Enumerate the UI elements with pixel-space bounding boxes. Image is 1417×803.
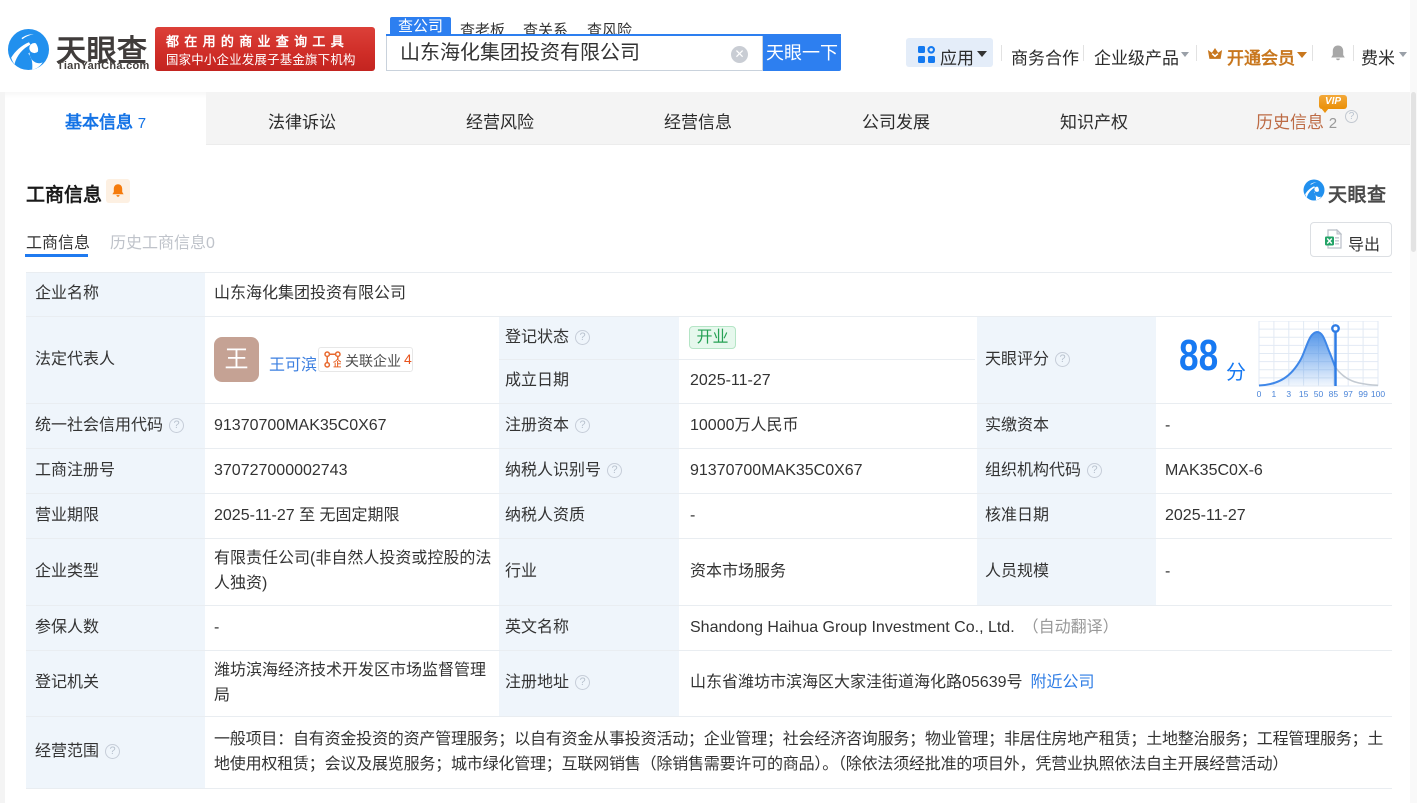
- svg-text:97: 97: [1343, 389, 1353, 399]
- svg-text:85: 85: [1329, 389, 1339, 399]
- svg-text:3: 3: [1286, 389, 1291, 399]
- svg-text:15: 15: [1299, 389, 1309, 399]
- svg-text:企: 企: [332, 358, 341, 369]
- svg-text:100: 100: [1371, 389, 1385, 399]
- svg-text:1: 1: [1272, 389, 1277, 399]
- svg-text:0: 0: [1257, 389, 1262, 399]
- svg-text:99: 99: [1358, 389, 1368, 399]
- svg-text:50: 50: [1314, 389, 1324, 399]
